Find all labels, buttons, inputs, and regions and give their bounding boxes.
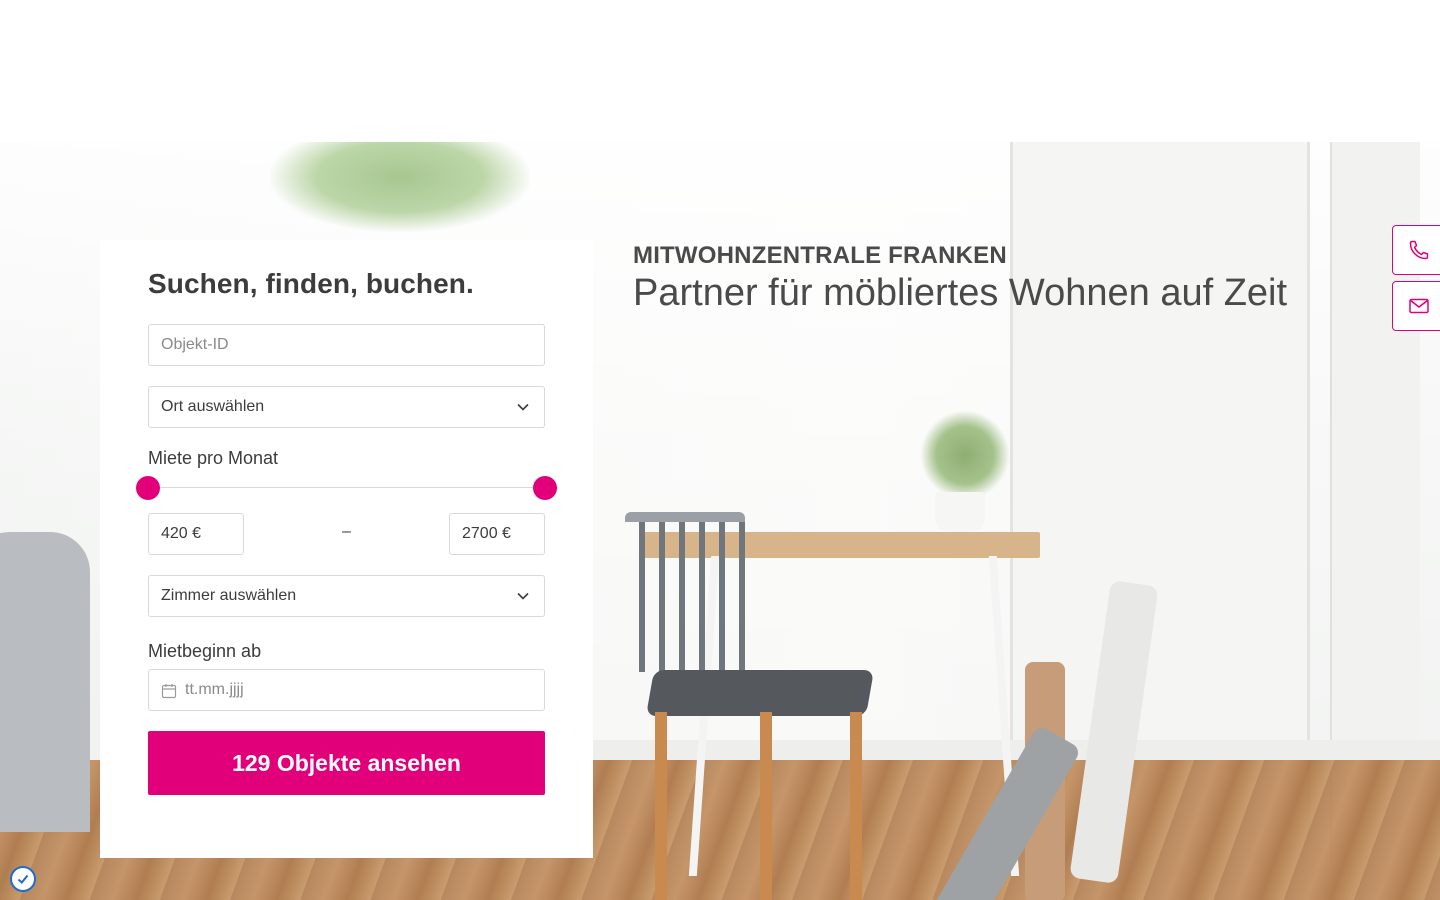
start-date-label: Mietbeginn ab [148, 641, 262, 661]
chair-back [625, 512, 745, 672]
search-card: Suchen, finden, buchen. Objekt-ID Ort au… [100, 240, 593, 858]
chair-leg [760, 712, 772, 900]
phone-contact-button[interactable] [1392, 225, 1440, 275]
price-separator: – [342, 523, 351, 540]
start-date-input[interactable]: tt.mm.jjjj [148, 669, 545, 711]
price-min-value: 420 € [161, 525, 202, 542]
chair-leg [850, 712, 862, 900]
date-placeholder: tt.mm.jjjj [185, 681, 244, 698]
object-id-placeholder: Objekt-ID [161, 336, 229, 353]
search-submit-button[interactable]: 129 Objekte ansehen [148, 731, 545, 795]
baseboard [590, 740, 1440, 762]
rent-slider-max-handle[interactable] [533, 476, 557, 500]
mail-icon [1409, 298, 1429, 314]
hanging-plant [270, 142, 530, 232]
object-id-input[interactable]: Objekt-ID [148, 324, 545, 366]
sofa [0, 532, 90, 832]
location-select-value: Ort auswählen [161, 398, 265, 415]
hero-headline: Partner für möbliertes Wohnen auf Zeit [633, 272, 1288, 314]
chevron-down-icon [517, 403, 529, 411]
check-shield-icon [17, 874, 29, 884]
rooms-select[interactable]: Zimmer auswählen [148, 575, 545, 617]
chair-leg [655, 712, 667, 900]
mail-contact-button[interactable] [1392, 281, 1440, 331]
rent-slider-track[interactable] [148, 487, 545, 488]
location-select[interactable]: Ort auswählen [148, 386, 545, 428]
desk-plant [920, 410, 1010, 500]
price-min-input[interactable]: 420 € [148, 513, 244, 555]
search-title: Suchen, finden, buchen. [148, 268, 474, 299]
rent-label: Miete pro Monat [148, 448, 279, 468]
calendar-icon [161, 684, 177, 699]
cookie-consent-badge[interactable] [10, 866, 36, 892]
hero-eyebrow: MITWOHNZENTRALE FRANKEN [633, 242, 1007, 269]
price-max-value: 2700 € [462, 525, 511, 542]
phone-icon [1409, 240, 1429, 260]
hero-text: MITWOHNZENTRALE FRANKEN Partner für möbl… [633, 242, 1287, 315]
rent-slider-min-handle[interactable] [136, 476, 160, 500]
chair-seat [645, 670, 875, 716]
chevron-down-icon [517, 592, 529, 600]
price-max-input[interactable]: 2700 € [449, 513, 545, 555]
site-header [0, 0, 1440, 142]
rooms-select-value: Zimmer auswählen [161, 587, 297, 604]
plant-pot [935, 492, 985, 532]
